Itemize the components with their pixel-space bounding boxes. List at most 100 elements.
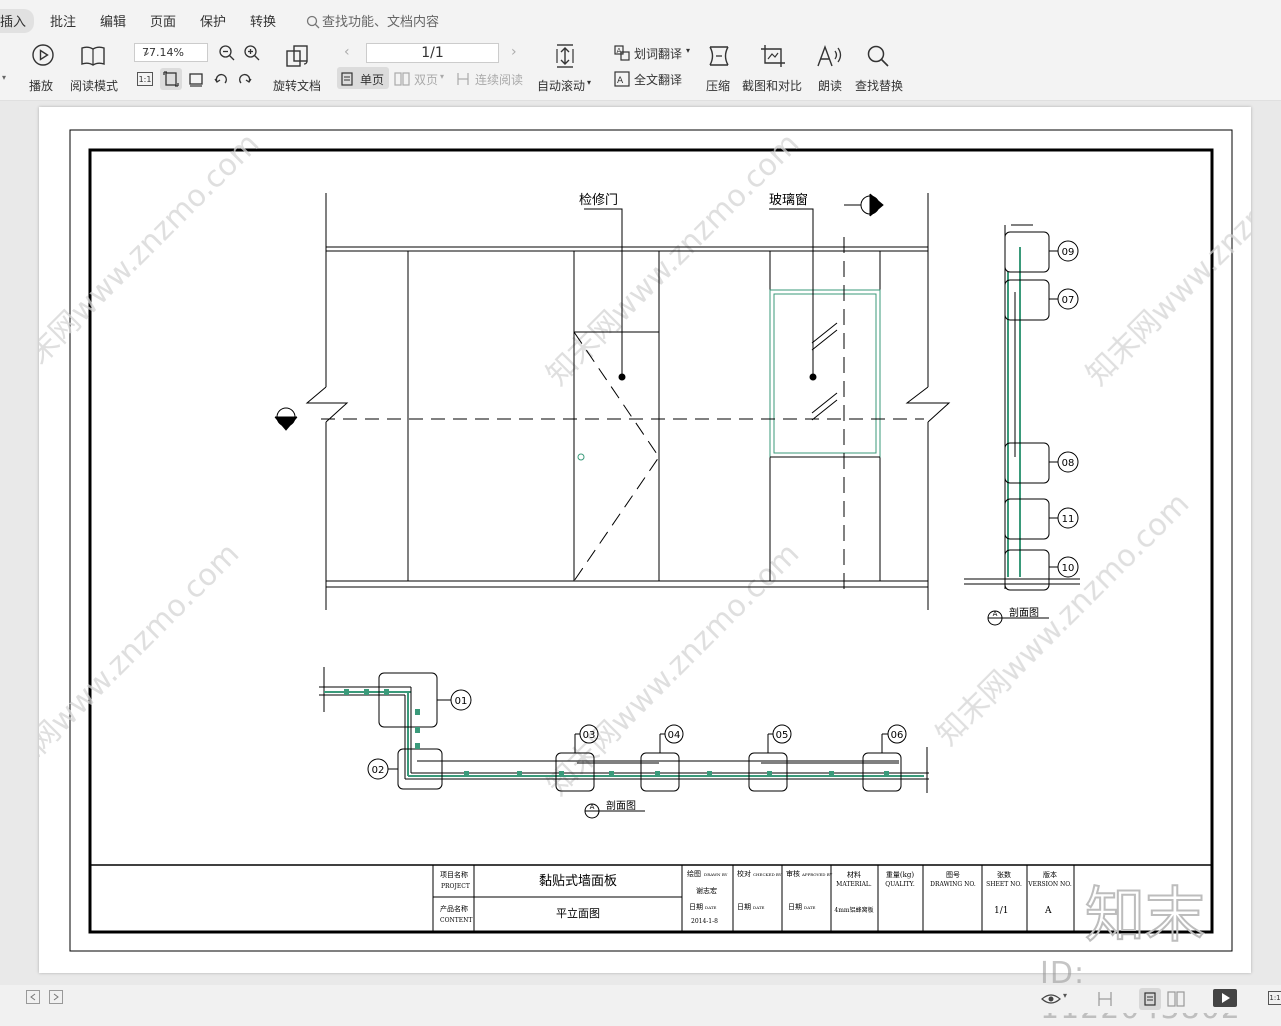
tb-date-label: 日期 — [689, 903, 703, 911]
plan-section-label: 剖面图 — [606, 799, 636, 812]
tb-project-value: 黏贴式墙面板 — [539, 873, 617, 889]
auto-scroll-icon — [556, 44, 574, 68]
play-icon — [1222, 993, 1230, 1003]
read-mode-label: 阅读模式 — [70, 79, 119, 93]
menu-convert[interactable]: 转换 — [250, 11, 276, 30]
full-translate-label: 全文翻译 — [634, 73, 683, 87]
full-translate-button[interactable]: A 全文翻译 — [614, 71, 694, 89]
plan-section-marker: A — [590, 803, 595, 811]
tb-drawing-no-label-cn: 图号 — [946, 871, 960, 879]
rotate-document-button[interactable]: 旋转文档 — [272, 43, 322, 93]
watermark-text-2: 知末网www.znzmo.com — [540, 126, 806, 392]
continuous-mode-icon[interactable] — [1097, 991, 1113, 1007]
tb-sheet-label-cn: 张数 — [997, 870, 1011, 879]
single-page-button[interactable]: 单页 — [341, 71, 389, 89]
read-aloud-label: 朗读 — [818, 79, 843, 93]
marker-03: 03 — [583, 730, 596, 741]
tb-content-value: 平立面图 — [556, 906, 600, 920]
tb-weight-label-en: QUALITY. — [885, 881, 915, 888]
full-translate-icon: A — [614, 71, 630, 87]
side-section-label: 剖面图 — [1009, 606, 1039, 619]
marker-09: 09 — [1062, 247, 1075, 258]
marker-10: 10 — [1062, 563, 1075, 574]
svg-text:A: A — [617, 76, 624, 86]
outer-frame — [69, 129, 1233, 952]
tb-material-value: 4mm铝蜂窝板 — [834, 906, 873, 914]
actual-size-button[interactable]: 1:1 — [137, 72, 153, 86]
continuous-read-icon — [457, 73, 469, 85]
prev-page-nav-icon[interactable] — [26, 990, 40, 1004]
fit-width-icon[interactable] — [188, 71, 204, 87]
ribbon-toolbar: ▾ 播放 阅读模式 77.14% ⌄ 1:1 旋转文档 ‹ 1/1 › 单页 双… — [0, 38, 1281, 101]
menu-annotate[interactable]: 批注 — [50, 11, 76, 30]
side-section-marker: A — [993, 610, 998, 618]
marker-01: 01 — [455, 696, 468, 707]
tb-checked-date-label-en: DATE — [753, 905, 765, 910]
watermark-text-3: 知末网www.znzmo.com — [1080, 126, 1251, 392]
play-button[interactable]: 播放 — [29, 43, 57, 93]
auto-scroll-button[interactable]: 自动滚动 ▾ — [537, 43, 595, 93]
tb-drawing-no-label-en: DRAWING NO. — [930, 881, 976, 888]
tb-material-label-cn: 材料 — [847, 870, 861, 879]
read-aloud-button[interactable]: 朗读 — [816, 43, 844, 93]
read-aloud-icon — [817, 44, 842, 67]
tb-checked-label-en: CHECKED BY — [753, 872, 782, 877]
marker-11: 11 — [1062, 514, 1075, 525]
page-number-input[interactable]: 1/1 — [366, 43, 499, 63]
menu-edit[interactable]: 编辑 — [100, 11, 126, 30]
tb-sheet-label-en: SHEET NO. — [986, 881, 1022, 888]
word-translate-button[interactable]: A 划词翻译 ▾ — [614, 45, 694, 63]
menu-page[interactable]: 页面 — [150, 11, 176, 30]
zoom-out-icon[interactable] — [218, 44, 236, 62]
marker-04: 04 — [668, 730, 681, 741]
continuous-read-label: 连续阅读 — [475, 73, 524, 87]
rotate-right-icon[interactable] — [237, 71, 253, 87]
double-page-button[interactable]: 双页 ▾ — [394, 71, 450, 89]
compress-button[interactable]: 压缩 — [704, 43, 734, 93]
tb-checked-label: 校对 — [737, 869, 751, 878]
fit-page-icon — [163, 71, 179, 87]
zoom-select[interactable]: 77.14% ⌄ — [134, 43, 208, 62]
status-actual-size-button[interactable]: 1:1 — [1268, 991, 1281, 1005]
rotate-left-icon[interactable] — [213, 71, 229, 87]
double-page-icon — [394, 72, 410, 86]
find-replace-button[interactable]: 查找替换 — [854, 43, 904, 93]
search-placeholder: 查找功能、文档内容 — [322, 15, 440, 30]
fit-page-button[interactable] — [160, 68, 182, 90]
tb-version-value: A — [1044, 906, 1052, 916]
screenshot-compare-label: 截图和对比 — [742, 79, 803, 93]
auto-scroll-label: 自动滚动 — [537, 79, 586, 93]
chevron-down-icon: ▾ — [587, 78, 592, 87]
watermark-logo-text: 知末 — [1085, 881, 1205, 944]
book-icon — [81, 46, 105, 66]
play-slideshow-button[interactable] — [1213, 989, 1237, 1007]
single-page-icon — [341, 72, 353, 86]
tb-sheet-value: 1/1 — [994, 906, 1008, 916]
zoom-in-icon[interactable] — [243, 44, 261, 62]
eye-icon[interactable] — [1041, 993, 1061, 1005]
next-page-nav-icon[interactable] — [49, 990, 63, 1004]
double-page-mode-icon[interactable] — [1167, 991, 1185, 1007]
tb-approved-label: 审核 — [786, 869, 800, 878]
single-page-mode-button[interactable] — [1139, 988, 1161, 1010]
tb-material-label-en: MATERIAL. — [836, 881, 872, 888]
tb-date-value: 2014-1-8 — [691, 918, 718, 925]
marker-07: 07 — [1062, 295, 1075, 306]
search-icon — [306, 15, 320, 29]
prev-page-icon[interactable]: ‹ — [344, 44, 350, 60]
chevron-down-icon: ⌄ — [142, 45, 152, 58]
read-mode-button[interactable]: 阅读模式 — [69, 43, 119, 93]
menu-protect[interactable]: 保护 — [200, 11, 226, 30]
translate-icon: A — [614, 45, 630, 61]
compress-icon — [709, 46, 729, 66]
word-translate-label: 划词翻译 — [634, 47, 683, 61]
menu-insert[interactable]: 插入 — [0, 9, 35, 33]
chevron-down-icon: ▾ — [2, 73, 7, 82]
tb-version-label-cn: 版本 — [1043, 870, 1057, 879]
tb-content-label-en: CONTENT — [440, 917, 472, 924]
continuous-read-button[interactable]: 连续阅读 — [456, 71, 526, 89]
next-page-icon[interactable]: › — [511, 44, 517, 60]
menu-bar: 插入 批注 编辑 页面 保护 转换 查找功能、文档内容 — [0, 0, 1281, 38]
search-field[interactable]: 查找功能、文档内容 — [306, 11, 439, 30]
screenshot-compare-button[interactable]: 截图和对比 — [742, 43, 804, 93]
